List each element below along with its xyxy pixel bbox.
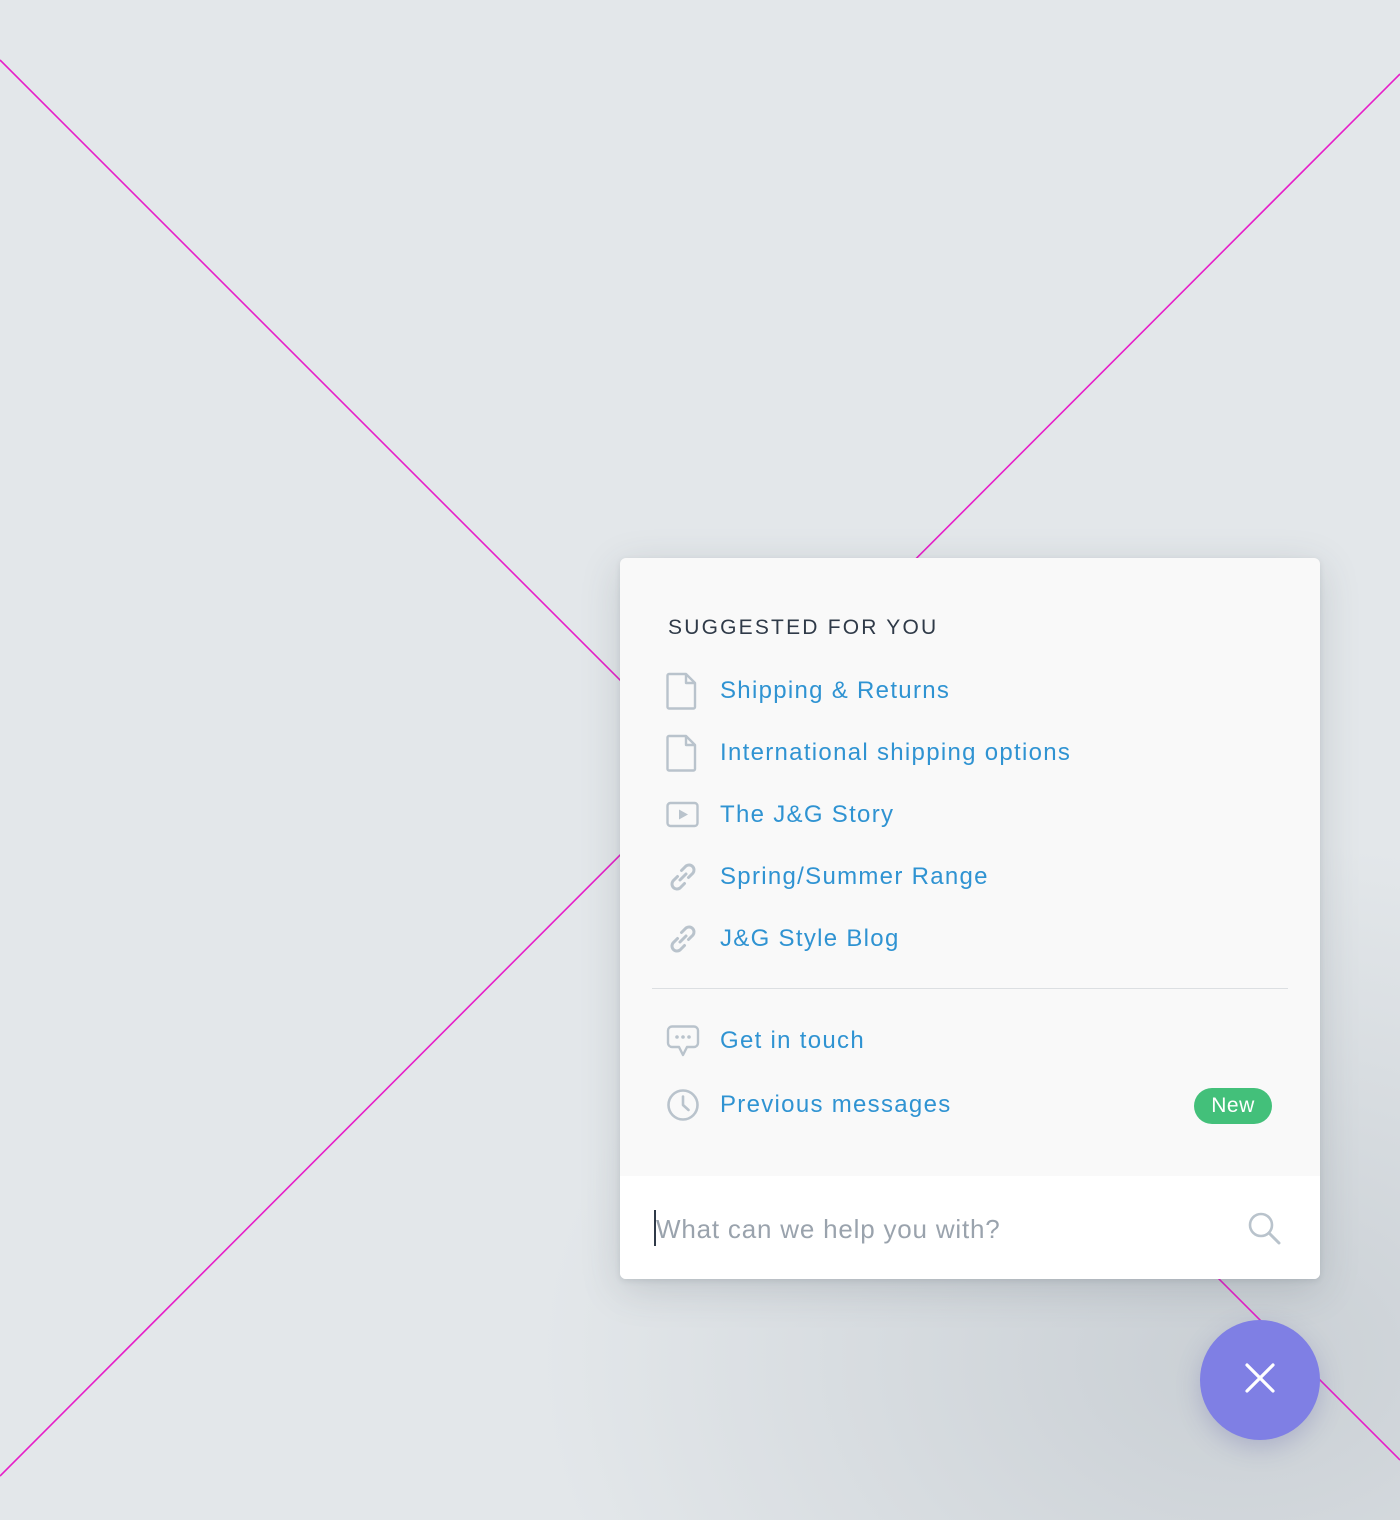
divider [652,988,1288,989]
link-icon [666,857,702,897]
clock-icon [666,1085,702,1125]
section-title: SUGGESTED FOR YOU [668,616,939,639]
close-icon [1244,1362,1276,1399]
suggestion-shipping-returns[interactable]: Shipping & Returns [666,669,1276,713]
action-label: Previous messages [720,1091,952,1118]
suggestion-style-blog[interactable]: J&G Style Blog [666,917,1276,961]
suggestion-label: Spring/Summer Range [720,863,989,890]
action-label: Get in touch [720,1027,866,1054]
text-caret [654,1210,656,1246]
suggestion-label: International shipping options [720,739,1072,766]
document-icon [666,733,702,773]
new-badge: New [1194,1088,1272,1124]
search-input[interactable] [654,1204,1218,1254]
video-icon [666,795,702,835]
help-widget-panel: SUGGESTED FOR YOU Shipping & Returns Int… [620,558,1320,1279]
suggestion-spring-summer[interactable]: Spring/Summer Range [666,855,1276,899]
previous-messages-action[interactable]: Previous messages [666,1083,1276,1127]
get-in-touch-action[interactable]: Get in touch [666,1019,1276,1063]
chat-icon [666,1021,702,1061]
document-icon [666,671,702,711]
search-icon[interactable] [1246,1210,1282,1246]
search-bar [620,1176,1320,1279]
suggestion-international-shipping[interactable]: International shipping options [666,731,1276,775]
close-widget-button[interactable] [1200,1320,1320,1440]
suggestion-label: Shipping & Returns [720,677,951,704]
suggestion-jg-story[interactable]: The J&G Story [666,793,1276,837]
link-icon [666,919,702,959]
suggestion-label: The J&G Story [720,801,895,828]
suggestion-label: J&G Style Blog [720,925,900,952]
